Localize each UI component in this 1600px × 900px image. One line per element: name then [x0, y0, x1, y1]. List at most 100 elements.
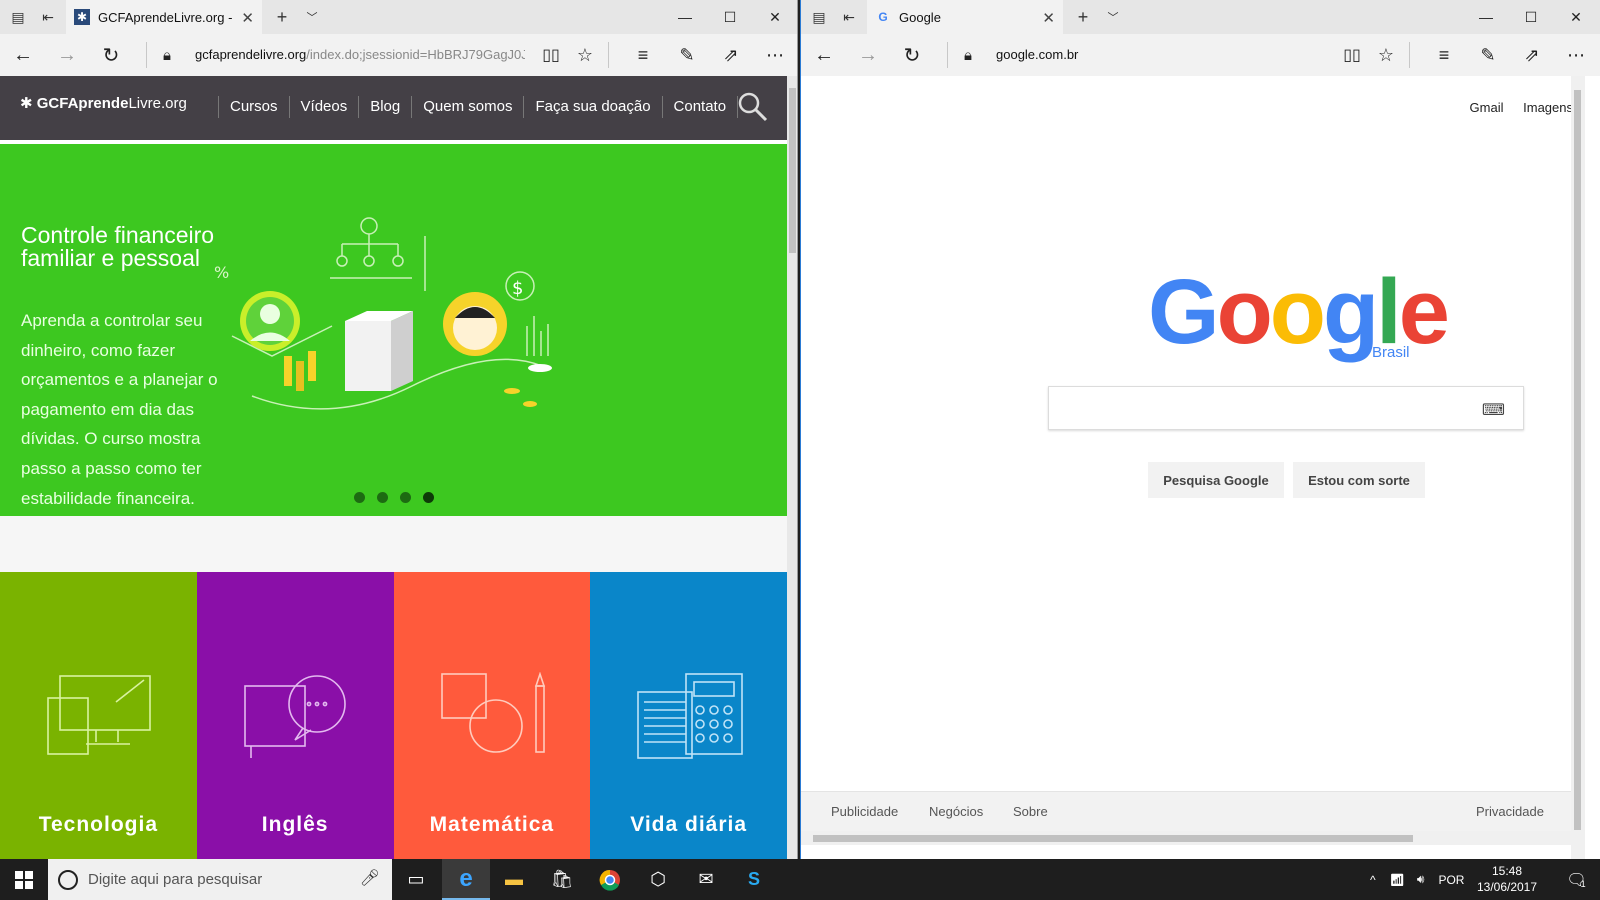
taskbar-search-box[interactable]: Digite aqui para pesquisar 🎤︎ — [48, 859, 392, 900]
back-icon[interactable]: ← — [8, 41, 38, 69]
hub-icon[interactable]: ≡ — [1429, 41, 1459, 69]
edge-icon[interactable]: e — [442, 859, 490, 900]
web-note-icon[interactable]: ✎ — [1473, 41, 1503, 69]
more-icon[interactable]: ⋯ — [760, 41, 790, 69]
menu-blog[interactable]: Blog — [358, 96, 411, 118]
clock[interactable]: 15:48 13/06/2017 — [1474, 863, 1540, 895]
favorite-star-icon[interactable]: ☆ — [570, 41, 600, 69]
tab-gcf[interactable]: ✱ GCFAprendeLivre.org - ✕ — [66, 0, 262, 34]
google-search-button[interactable]: Pesquisa Google — [1148, 462, 1284, 498]
close-tab-icon[interactable]: ✕ — [241, 9, 254, 27]
back-icon[interactable]: ← — [809, 41, 839, 69]
tile-tecnologia[interactable]: Tecnologia — [0, 572, 197, 859]
logo-letter: o — [1269, 261, 1326, 363]
google-country: Brasil — [1372, 344, 1410, 361]
forward-icon[interactable]: → — [853, 41, 883, 69]
share-icon[interactable]: ⇗ — [716, 41, 746, 69]
images-link[interactable]: Imagens — [1523, 100, 1573, 115]
more-icon[interactable]: ⋯ — [1561, 41, 1591, 69]
tab-preview-icon[interactable]: ﹀ — [300, 5, 324, 29]
hub-icon[interactable]: ≡ — [628, 41, 658, 69]
menu-cursos[interactable]: Cursos — [218, 96, 289, 118]
clock-time: 15:48 — [1491, 864, 1523, 878]
maximize-icon[interactable]: ☐ — [707, 0, 753, 34]
maximize-icon[interactable]: ☐ — [1508, 0, 1554, 34]
cortana-icon — [58, 870, 78, 890]
minimize-icon[interactable]: — — [662, 0, 708, 34]
search-icon[interactable] — [736, 90, 770, 124]
gcf-navbar: ✱ GCFAprendeLivre.org Cursos Vídeos Blog… — [0, 76, 787, 140]
menu-contato[interactable]: Contato — [661, 96, 739, 118]
windows-start-icon[interactable] — [0, 859, 48, 900]
right-scroll-thumb[interactable] — [1574, 90, 1581, 830]
new-tab-icon[interactable]: + — [270, 5, 294, 29]
favorite-star-icon[interactable]: ☆ — [1371, 41, 1401, 69]
url-field[interactable]: gcfaprendelivre.org/index.do;jsessionid=… — [195, 47, 525, 62]
close-window-icon[interactable]: ✕ — [1553, 0, 1599, 34]
right-horizontal-scrollbar[interactable] — [801, 831, 1571, 845]
hero-banner[interactable]: Controle financeiro familiar e pessoal A… — [0, 144, 787, 516]
tabs-aside-icon[interactable]: ▤ — [6, 5, 30, 29]
tile-vida-diaria[interactable]: Vida diária — [590, 572, 787, 859]
gcf-logo-thin: Livre.org — [128, 95, 187, 112]
address-bar: ← → ↻ 🔒︎ gcfaprendelivre.org/index.do;js… — [0, 34, 797, 76]
left-scrollbar[interactable] — [787, 76, 797, 859]
tabs-aside-icon[interactable]: ▤ — [807, 5, 831, 29]
left-scroll-thumb[interactable] — [789, 88, 796, 253]
right-scrollbar[interactable] — [1571, 76, 1585, 859]
show-tabs-aside-icon[interactable]: ⇤ — [837, 5, 861, 29]
file-explorer-icon[interactable]: ▬ — [490, 859, 538, 900]
tile-label: Matemática — [429, 813, 555, 836]
tab-google[interactable]: G Google ✕ — [867, 0, 1063, 34]
carousel-dot[interactable] — [400, 492, 411, 503]
right-hscroll-thumb[interactable] — [813, 835, 1413, 842]
tile-ingles[interactable]: Inglês — [196, 572, 394, 859]
gcf-favicon-icon: ✱ — [74, 9, 90, 25]
close-tab-icon[interactable]: ✕ — [1042, 9, 1055, 27]
menu-doacao[interactable]: Faça sua doação — [523, 96, 661, 118]
microphone-icon[interactable]: 🎤︎ — [360, 868, 380, 888]
tile-matematica[interactable]: Matemática — [393, 572, 591, 859]
im-feeling-lucky-button[interactable]: Estou com sorte — [1293, 462, 1425, 498]
task-view-icon[interactable]: ▭ — [392, 859, 440, 900]
tab-title: Google — [899, 9, 941, 25]
reading-view-icon[interactable]: ▯▯ — [536, 41, 566, 69]
virtualbox-icon[interactable]: ⬡ — [634, 859, 682, 900]
footer-publicidade[interactable]: Publicidade — [831, 804, 898, 819]
footer-negocios[interactable]: Negócios — [929, 804, 983, 819]
hero-text: Aprenda a controlar seu dinheiro, como f… — [21, 311, 218, 508]
show-tabs-aside-icon[interactable]: ⇤ — [36, 5, 60, 29]
google-search-input[interactable]: ⌨ — [1048, 386, 1524, 430]
web-note-icon[interactable]: ✎ — [672, 41, 702, 69]
carousel-dot[interactable] — [354, 492, 365, 503]
refresh-icon[interactable]: ↻ — [897, 41, 927, 69]
language-indicator[interactable]: POR — [1438, 873, 1464, 887]
keyboard-icon[interactable]: ⌨ — [1482, 400, 1505, 420]
close-window-icon[interactable]: ✕ — [752, 0, 797, 34]
reading-view-icon[interactable]: ▯▯ — [1337, 41, 1367, 69]
gcf-logo[interactable]: ✱ GCFAprendeLivre.org — [20, 94, 187, 112]
tab-preview-icon[interactable]: ﹀ — [1101, 5, 1125, 29]
action-center-icon[interactable]: 🗨︎ 1 — [1552, 859, 1600, 900]
url-field[interactable]: google.com.br — [996, 47, 1326, 62]
footer-privacidade[interactable]: Privacidade — [1476, 804, 1544, 819]
chrome-icon[interactable] — [586, 859, 634, 900]
minimize-icon[interactable]: — — [1463, 0, 1509, 34]
network-icon[interactable]: 📶︎ — [1390, 873, 1405, 887]
share-icon[interactable]: ⇗ — [1517, 41, 1547, 69]
show-hidden-icons-icon[interactable]: ^ — [1370, 873, 1376, 887]
gmail-link[interactable]: Gmail — [1470, 100, 1504, 115]
calculator-document-icon — [637, 673, 744, 759]
mail-icon[interactable]: ✉ — [682, 859, 730, 900]
new-tab-icon[interactable]: + — [1071, 5, 1095, 29]
menu-videos[interactable]: Vídeos — [288, 96, 359, 118]
refresh-icon[interactable]: ↻ — [96, 41, 126, 69]
carousel-dot[interactable] — [377, 492, 388, 503]
forward-icon[interactable]: → — [52, 41, 82, 69]
skype-icon[interactable]: S — [730, 859, 778, 900]
footer-sobre[interactable]: Sobre — [1013, 804, 1048, 819]
carousel-dot-active[interactable] — [423, 492, 434, 503]
menu-quem-somos[interactable]: Quem somos — [411, 96, 523, 118]
volume-icon[interactable]: 🔊︎ — [1417, 872, 1425, 887]
store-icon[interactable]: 🛍︎ — [538, 859, 586, 900]
